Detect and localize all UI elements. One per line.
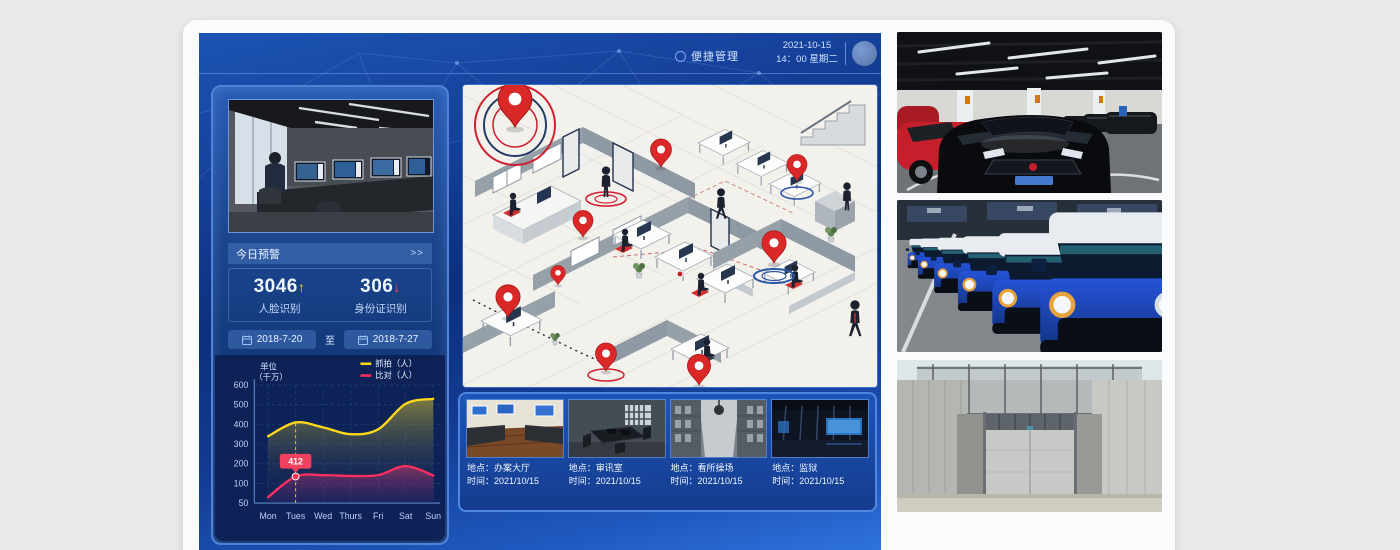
dashboard-header: 便捷管理 2021-10-15 14：00 星期二 — [199, 33, 881, 74]
camera-thumbs-row — [467, 400, 868, 457]
stat-id-recognition: 306↓ 身份证识别 — [330, 269, 431, 321]
camera-thumb-prison-block[interactable] — [671, 400, 767, 457]
camera-thumb-hall[interactable] — [467, 400, 563, 457]
svg-text:比对（人）: 比对（人） — [375, 370, 417, 380]
svg-text:Mon: Mon — [259, 511, 276, 521]
svg-text:400: 400 — [234, 419, 249, 429]
camera-location: 地点：审讯室 — [569, 462, 665, 475]
app-logo-icon — [675, 51, 686, 62]
stat-id-value: 306 — [360, 276, 393, 297]
camera-time: 时间：2021/10/15 — [467, 475, 563, 488]
camera-caption: 地点：办案大厅 时间：2021/10/15 — [467, 462, 563, 488]
trend-chart-panel: 50 100 200 300 400 500 600 Mon Tues Wed Thurs Fri Sa… — [215, 355, 445, 541]
camera-caption: 地点：审讯室 时间：2021/10/15 — [569, 462, 665, 488]
svg-text:Sun: Sun — [425, 511, 441, 521]
camera-time: 时间：2021/10/15 — [569, 475, 665, 488]
svg-text:300: 300 — [234, 439, 249, 449]
date-from-button[interactable]: 2018-7-20 — [228, 330, 316, 349]
date-to-button[interactable]: 2018-7-27 — [344, 330, 432, 349]
camera-caption: 地点：监狱 时间：2021/10/15 — [772, 462, 868, 488]
stat-id-label: 身份证识别 — [330, 301, 431, 316]
time-text: 14：00 星期二 — [774, 53, 840, 67]
svg-text:Wed: Wed — [314, 511, 332, 521]
industrial-gate-photo — [897, 360, 1162, 512]
calendar-icon — [242, 335, 252, 345]
trend-chart: 50 100 200 300 400 500 600 Mon Tues Wed Thurs Fri Sa… — [215, 355, 445, 541]
svg-text:50: 50 — [239, 498, 249, 508]
svg-text:Tues: Tues — [286, 511, 306, 521]
user-avatar[interactable] — [852, 41, 877, 66]
camera-thumb-control-room[interactable] — [772, 400, 868, 457]
date-range-row: 2018-7-20 至 2018-7-27 — [228, 330, 432, 349]
dashboard: 便捷管理 2021-10-15 14：00 星期二 — [199, 33, 881, 550]
prison-block-image — [671, 400, 767, 457]
date-separator: 至 — [325, 332, 335, 347]
camera-location: 地点：监狱 — [772, 462, 868, 475]
parking-garage-photo — [897, 32, 1162, 193]
date-text: 2021-10-15 — [774, 39, 840, 53]
camera-location: 地点：看所操场 — [671, 462, 767, 475]
alert-header-bar: 今日预警 >> — [228, 243, 432, 264]
hall-image — [467, 400, 563, 457]
date-from-value: 2018-7-20 — [257, 334, 303, 345]
camera-thumb-interrogation[interactable] — [569, 400, 665, 457]
svg-text:Thurs: Thurs — [339, 511, 362, 521]
svg-text:单位: 单位 — [260, 361, 277, 371]
svg-text:412: 412 — [288, 457, 303, 467]
camera-time: 时间：2021/10/15 — [671, 475, 767, 488]
app-title-text: 便捷管理 — [691, 48, 739, 64]
camera-captions-row: 地点：办案大厅 时间：2021/10/15 地点：审讯室 时间：2021/10/… — [467, 462, 868, 488]
trend-up-icon: ↑ — [298, 279, 306, 295]
svg-text:Fri: Fri — [373, 511, 383, 521]
camera-location: 地点：办案大厅 — [467, 462, 563, 475]
trend-down-icon: ↓ — [393, 279, 401, 295]
office-map-illustration — [463, 85, 877, 387]
svg-text:Sat: Sat — [399, 511, 413, 521]
interrogation-room-image — [569, 400, 665, 457]
office-map-panel — [463, 85, 877, 387]
date-to-value: 2018-7-27 — [373, 334, 419, 345]
svg-text:600: 600 — [234, 380, 249, 390]
stat-face-value: 3046 — [254, 276, 298, 297]
blue-cars-photo — [897, 200, 1162, 352]
svg-text:100: 100 — [234, 478, 249, 488]
camera-feeds-panel: 地点：办案大厅 时间：2021/10/15 地点：审讯室 时间：2021/10/… — [458, 392, 877, 512]
svg-text:500: 500 — [234, 400, 249, 410]
blue-cars-image — [897, 200, 1162, 352]
datetime-display: 2021-10-15 14：00 星期二 — [774, 39, 840, 67]
alert-stats-box: 3046↑ 人脸识别 306↓ 身份证识别 — [228, 268, 432, 322]
screenshot-stage: 便捷管理 2021-10-15 14：00 星期二 — [0, 0, 1400, 550]
control-room-image — [772, 400, 868, 457]
header-divider — [845, 42, 846, 65]
svg-text:（千万）: （千万） — [254, 372, 287, 382]
alert-header-label: 今日预警 — [236, 246, 280, 262]
camera-time: 时间：2021/10/15 — [772, 475, 868, 488]
monitor-room-photo — [228, 99, 434, 233]
app-title: 便捷管理 — [675, 48, 739, 64]
industrial-gate-image — [897, 360, 1162, 512]
calendar-icon — [358, 335, 368, 345]
svg-text:抓拍（人）: 抓拍（人） — [375, 358, 417, 368]
parking-garage-image — [897, 32, 1162, 193]
stat-face-recognition: 3046↑ 人脸识别 — [229, 269, 330, 321]
left-stats-panel: 今日预警 >> 3046↑ 人脸识别 306↓ 身份证识别 2018-7-20 — [211, 85, 449, 545]
svg-text:200: 200 — [234, 459, 249, 469]
stat-face-label: 人脸识别 — [229, 301, 330, 316]
alert-more-button[interactable]: >> — [410, 248, 424, 259]
camera-caption: 地点：看所操场 时间：2021/10/15 — [671, 462, 767, 488]
